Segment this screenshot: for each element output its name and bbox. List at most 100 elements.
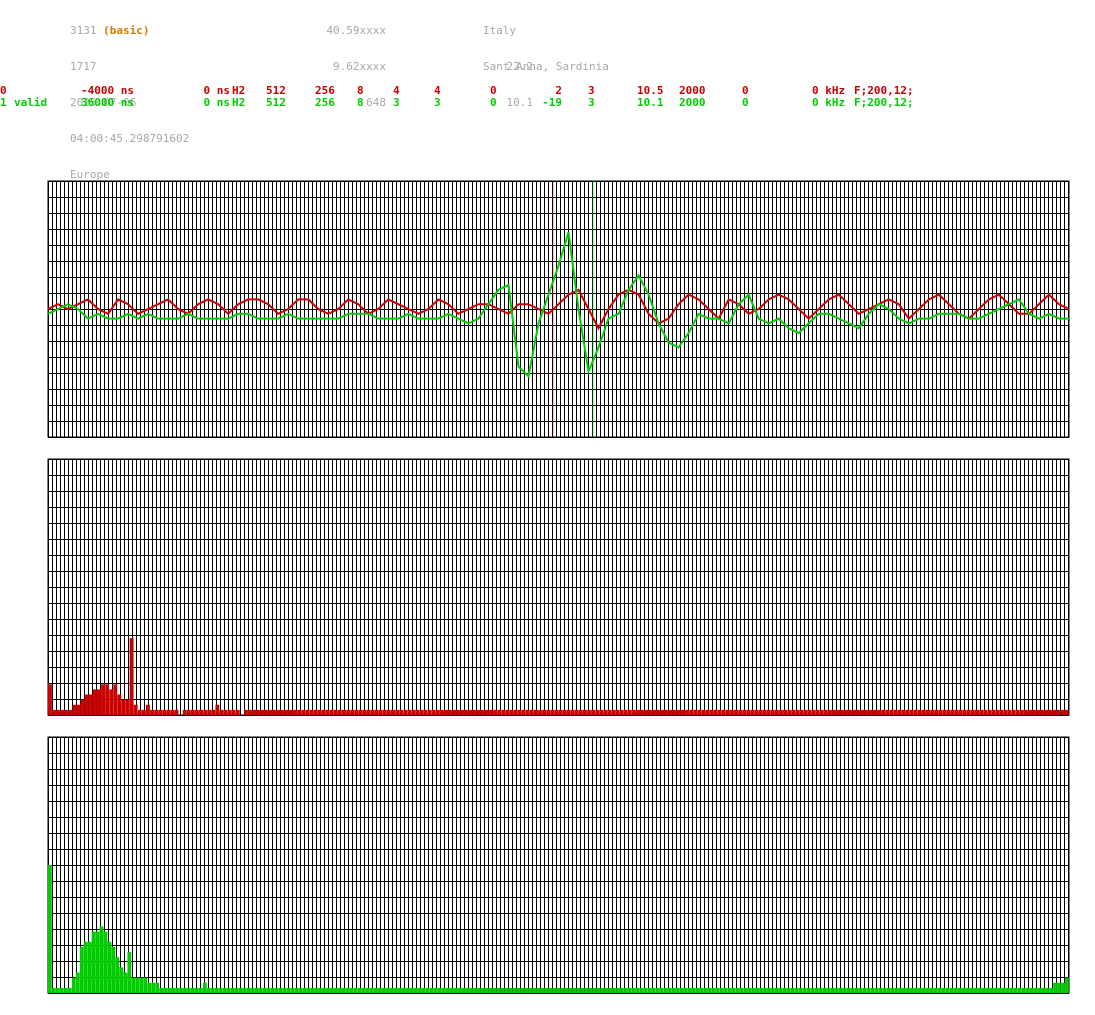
spectrum-green-bar bbox=[214, 987, 219, 993]
spectrum-green-bar bbox=[612, 987, 616, 993]
spectrum-red-bar bbox=[452, 709, 457, 715]
spectrum-red-bar bbox=[583, 709, 587, 715]
spectrum-red-bar bbox=[758, 709, 763, 715]
spectrum-red-bar bbox=[256, 709, 261, 715]
spectrum-red-bar bbox=[713, 709, 718, 715]
spectrum-green-bar bbox=[51, 987, 56, 993]
spectrum-green-bar bbox=[560, 987, 565, 993]
spectrum-red-bar bbox=[611, 709, 616, 715]
spectrum-red-bar bbox=[546, 709, 551, 715]
spectrum-red-bar bbox=[538, 709, 542, 715]
spectrum-green-bar bbox=[886, 987, 891, 993]
spectrum-green-bar bbox=[258, 987, 263, 993]
spectrum-green-bar bbox=[1009, 987, 1014, 993]
spectrum-green-bar bbox=[675, 987, 680, 993]
spectrum-green-bar bbox=[393, 987, 398, 993]
spectrum-red-bar bbox=[141, 709, 146, 715]
spectrum-green-bar bbox=[1053, 982, 1057, 993]
spectrum-green-bar bbox=[119, 967, 124, 993]
spectrum-green-bar bbox=[286, 987, 291, 993]
spectrum-red-bar bbox=[513, 709, 518, 715]
spectrum-red-bar bbox=[456, 709, 461, 715]
spectrum-red-bar bbox=[276, 709, 281, 715]
spectrum-red-bar bbox=[158, 709, 163, 715]
spectrum-green-bar bbox=[139, 977, 144, 993]
spectrum-green-bar bbox=[922, 987, 926, 993]
spectrum-red-bar bbox=[227, 709, 232, 715]
spectrum-red-bar bbox=[819, 709, 824, 715]
spectrum-green-bar bbox=[790, 987, 795, 993]
spectrum-red-bar bbox=[803, 709, 808, 715]
spectrum-green-bar bbox=[584, 987, 589, 993]
spectrum-red-bar bbox=[689, 709, 694, 715]
spectrum-red-bar bbox=[917, 709, 922, 715]
spectrum-green-bar bbox=[643, 987, 648, 993]
spectrum-red-bar bbox=[1064, 709, 1069, 715]
spectrum-red-bar bbox=[660, 709, 665, 715]
spectrum-red-bar bbox=[652, 709, 657, 715]
spectrum-green-bar bbox=[99, 926, 104, 993]
spectrum-red-bar bbox=[182, 709, 187, 715]
spectrum-red-bar bbox=[72, 704, 77, 715]
spectrum-green-bar bbox=[242, 987, 247, 993]
spectrum-green-bar bbox=[778, 987, 783, 993]
spectrum-green-bar bbox=[635, 987, 640, 993]
spectrum-red-bar bbox=[962, 709, 967, 715]
spectrum-red-bar bbox=[280, 709, 285, 715]
spectrum-green-bar bbox=[492, 987, 497, 993]
spectrum-red-bar bbox=[787, 709, 792, 715]
spectrum-red-bar bbox=[346, 709, 351, 715]
spectrum-green-bar bbox=[433, 987, 438, 993]
spectrum-green-bar bbox=[961, 987, 966, 993]
spectrum-green-bar bbox=[326, 987, 330, 993]
spectrum-green-bar bbox=[520, 987, 525, 993]
spectrum-red-bar bbox=[921, 709, 926, 715]
spectrum-red-bar bbox=[321, 709, 326, 715]
spectrum-red-bar bbox=[942, 709, 947, 715]
spectrum-green-bar bbox=[226, 987, 231, 993]
spectrum-red-bar bbox=[113, 684, 118, 715]
spectrum-green-bar bbox=[1013, 987, 1018, 993]
spectrum-green-bar bbox=[914, 987, 918, 993]
spectrum-green-bar bbox=[735, 987, 740, 993]
spectrum-green-bar bbox=[850, 987, 855, 993]
spectrum-green-bar bbox=[175, 987, 179, 993]
spectrum-green-bar bbox=[179, 987, 183, 993]
spectrum-red-bar bbox=[146, 704, 150, 715]
spectrum-green-bar bbox=[48, 865, 52, 993]
spectrum-green-bar bbox=[616, 987, 620, 993]
spectrum-green-bar bbox=[842, 987, 847, 993]
spectrum-green-bar bbox=[155, 982, 160, 993]
spectrum-green-bar bbox=[985, 987, 990, 993]
spectrum-green-bar bbox=[814, 987, 819, 993]
spectrum-red-bar bbox=[386, 709, 391, 715]
spectrum-red-bar bbox=[395, 709, 400, 715]
spectrum-green-bar bbox=[822, 987, 827, 993]
spectrum-red-bar bbox=[382, 709, 387, 715]
spectrum-green-bar bbox=[906, 987, 910, 993]
spectrum-red-bar bbox=[930, 709, 935, 715]
spectrum-red-bar bbox=[644, 709, 649, 715]
spectrum-red-bar bbox=[370, 709, 375, 715]
spectrum-green-bar bbox=[747, 987, 751, 993]
spectrum-red-bar bbox=[154, 709, 159, 715]
spectrum-green-bar bbox=[469, 987, 473, 993]
spectrum-green-bar bbox=[210, 987, 215, 993]
spectrum-red-bar bbox=[68, 709, 73, 715]
spectrum-green-bar bbox=[937, 987, 942, 993]
spectrum-red-bar bbox=[938, 709, 943, 715]
spectrum-red-bar bbox=[1015, 709, 1020, 715]
spectrum-red-bar bbox=[591, 709, 596, 715]
spectrum-green-bar bbox=[580, 987, 585, 993]
spectrum-red-bar bbox=[109, 689, 114, 715]
spectrum-green-bar bbox=[437, 987, 442, 993]
spectrum-red-bar bbox=[607, 709, 612, 715]
spectrum-green-bar bbox=[1033, 987, 1038, 993]
spectrum-red-bar bbox=[150, 709, 154, 715]
spectrum-green-bar bbox=[421, 987, 426, 993]
spectrum-green-bar bbox=[874, 987, 879, 993]
spectrum-red-bar bbox=[497, 709, 502, 715]
spectrum-green-bar bbox=[254, 987, 259, 993]
spectrum-green-bar bbox=[532, 987, 537, 993]
spectrum-green-bar bbox=[381, 987, 386, 993]
